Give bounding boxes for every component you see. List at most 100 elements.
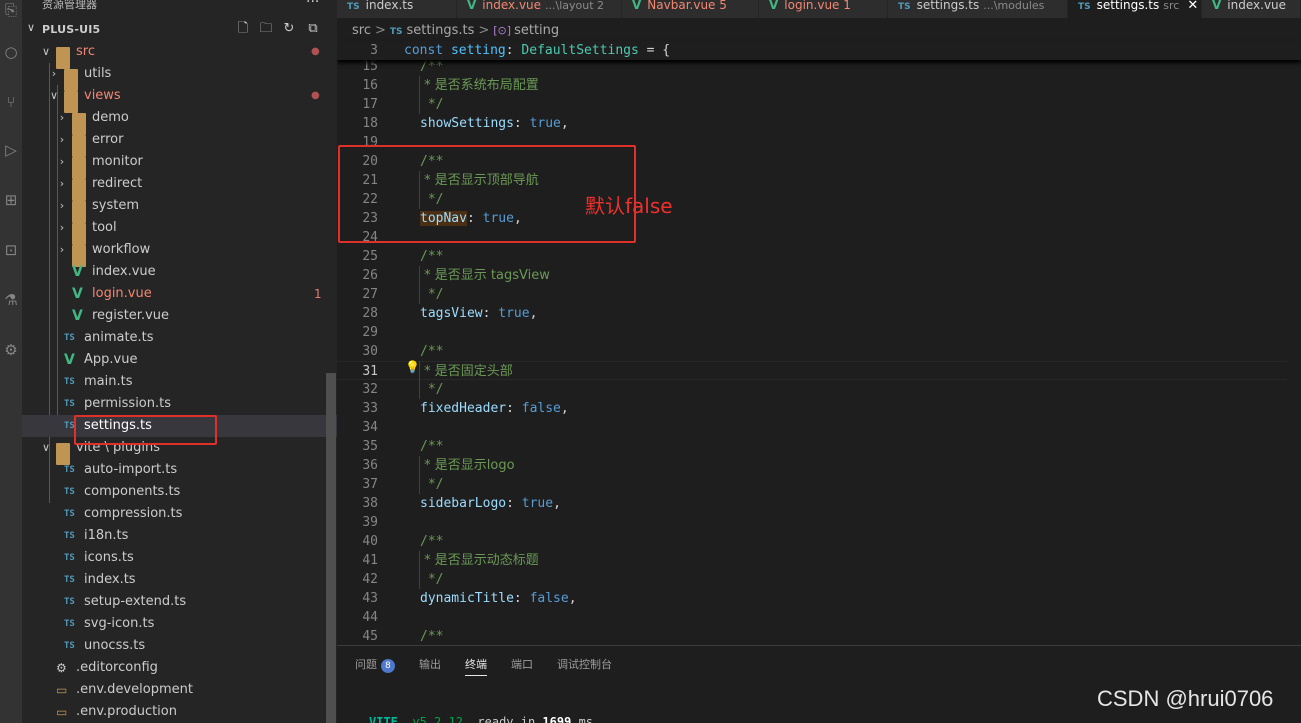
tree-item-label: error bbox=[92, 132, 124, 147]
breadcrumb-folder[interactable]: src bbox=[352, 23, 371, 38]
tree-file[interactable]: TS icons.ts bbox=[22, 547, 337, 569]
tree-folder[interactable]: › error bbox=[22, 129, 337, 157]
run-debug-icon[interactable]: ▷ bbox=[1, 140, 21, 160]
panel-tab[interactable]: 终端 bbox=[465, 656, 487, 676]
panel-tab[interactable]: 问题 8 bbox=[355, 656, 395, 673]
tree-file[interactable]: TS main.ts bbox=[22, 371, 337, 393]
tree-item-label: .env.production bbox=[76, 704, 177, 719]
extensions-icon[interactable]: ⊞ bbox=[1, 190, 21, 210]
line-number: 26 bbox=[362, 268, 378, 283]
editor-tab[interactable]: V Navbar.vue 5 bbox=[622, 0, 759, 18]
tree-item-label: workflow bbox=[92, 242, 151, 257]
typescript-file-icon: TS bbox=[64, 399, 75, 409]
sidebar-scrollbar[interactable] bbox=[326, 373, 336, 723]
tree-folder[interactable]: ∨ src ● bbox=[22, 41, 337, 69]
editor-tab[interactable]: Vlogin.vue 1 bbox=[759, 0, 888, 18]
tree-file[interactable]: TS auto-import.ts bbox=[22, 459, 337, 481]
editor-tab[interactable]: Vindex.vue ...\layout 2 bbox=[457, 0, 622, 18]
lightbulb-icon[interactable]: 💡 bbox=[405, 360, 420, 374]
panel-tab[interactable]: 调试控制台 bbox=[557, 656, 612, 672]
panel-tab[interactable]: 端口 bbox=[511, 656, 533, 672]
vue-file-icon: V bbox=[64, 352, 75, 368]
tree-file[interactable]: V App.vue bbox=[22, 349, 337, 371]
vue-file-icon: V bbox=[72, 286, 83, 302]
testing-icon[interactable]: ⚗ bbox=[1, 290, 21, 310]
tree-file[interactable]: Vregister.vue bbox=[22, 305, 337, 327]
search-icon[interactable]: ○ bbox=[1, 42, 21, 62]
tree-item-label: system bbox=[92, 198, 139, 213]
tree-item-label: tool bbox=[92, 220, 117, 235]
typescript-file-icon: TS bbox=[347, 2, 360, 12]
docker-icon[interactable]: ⚙ bbox=[1, 340, 21, 360]
panel-tab[interactable]: 输出 bbox=[419, 656, 441, 672]
code-token: */ bbox=[420, 382, 444, 397]
tree-item-label: .env.development bbox=[76, 682, 193, 697]
typescript-file-icon: TS bbox=[64, 465, 75, 475]
sticky-scroll-line[interactable]: 3 const setting: DefaultSettings = { bbox=[337, 41, 1301, 60]
terminal-ready-text: ready in bbox=[477, 715, 536, 723]
bottom-panel: 问题 8 输出 终端 端口 调试控制台 VITE v5.2.12 ready in 169… bbox=[337, 645, 1301, 723]
workspace-root-header[interactable]: ∨ PLUS-UI5 🗋 🗀 ↻ ⧉ bbox=[22, 19, 337, 41]
tree-folder[interactable]: › monitor bbox=[22, 151, 337, 179]
editor-tab[interactable]: TS index.ts bbox=[337, 0, 457, 18]
editor-tab[interactable]: Vindex.vue bbox=[1202, 0, 1301, 18]
chevron-down-icon: ∨ bbox=[27, 21, 36, 34]
remote-explorer-icon[interactable]: ⊡ bbox=[1, 240, 21, 260]
tree-file[interactable]: ⚙ .editorconfig bbox=[22, 657, 337, 679]
new-file-icon[interactable]: 🗋 bbox=[234, 20, 252, 38]
refresh-icon[interactable]: ↻ bbox=[280, 20, 298, 38]
tree-file[interactable]: TS compression.ts bbox=[22, 503, 337, 525]
collapse-all-icon[interactable]: ⧉ bbox=[304, 20, 322, 38]
tree-file[interactable]: Vindex.vue bbox=[22, 261, 337, 283]
close-icon[interactable]: ✕ bbox=[1187, 0, 1198, 13]
tree-folder[interactable]: › redirect bbox=[22, 173, 337, 201]
editor-tab[interactable]: TS settings.ts ...\modules bbox=[888, 0, 1068, 18]
line-number: 33 bbox=[362, 401, 378, 416]
line-number: 29 bbox=[362, 325, 378, 340]
env-file-icon: ▭ bbox=[56, 705, 68, 719]
chevron-down-icon: ∨ bbox=[41, 441, 51, 454]
tree-file[interactable]: TS i18n.ts bbox=[22, 525, 337, 547]
editor-scrollbar[interactable] bbox=[1287, 60, 1301, 645]
tree-folder[interactable]: › utils bbox=[22, 63, 337, 91]
tree-folder[interactable]: ∨ views ● bbox=[22, 85, 337, 113]
tree-file[interactable]: TS index.ts bbox=[22, 569, 337, 591]
tree-item-label: views bbox=[84, 88, 121, 103]
tree-file[interactable]: TS components.ts bbox=[22, 481, 337, 503]
more-actions-icon[interactable]: ··· bbox=[306, 0, 319, 10]
tree-file[interactable]: ▭ .env.production bbox=[22, 701, 337, 723]
tree-file[interactable]: ▭ .env.development bbox=[22, 679, 337, 701]
line-number: 37 bbox=[362, 477, 378, 492]
breadcrumb-symbol[interactable]: setting bbox=[514, 23, 559, 38]
tab-description: ...\modules bbox=[983, 0, 1045, 12]
tree-item-label: animate.ts bbox=[84, 330, 154, 345]
chevron-down-icon: ∨ bbox=[49, 89, 59, 102]
explorer-icon[interactable]: ⎘ bbox=[1, 0, 21, 20]
tab-description: src bbox=[1163, 0, 1180, 12]
code-line: 17 */ bbox=[337, 95, 1301, 114]
tree-file[interactable]: TS permission.ts bbox=[22, 393, 337, 415]
tree-file[interactable]: TS animate.ts bbox=[22, 327, 337, 349]
source-control-icon[interactable]: ⑂ bbox=[1, 92, 21, 112]
tree-folder[interactable]: › system bbox=[22, 195, 337, 223]
code-token: tagsView bbox=[420, 306, 483, 321]
line-number: 39 bbox=[362, 515, 378, 530]
code-text: sidebarLogo: true, bbox=[420, 494, 561, 513]
breadcrumb-file[interactable]: settings.ts bbox=[407, 23, 475, 38]
tree-item-label: utils bbox=[84, 66, 112, 81]
line-number: 44 bbox=[362, 610, 378, 625]
tree-folder[interactable]: › tool bbox=[22, 217, 337, 245]
tree-file[interactable]: Vlogin.vue 1 bbox=[22, 283, 337, 305]
new-folder-icon[interactable]: 🗀 bbox=[257, 20, 275, 38]
chevron-right-icon: › bbox=[59, 155, 65, 168]
tree-file[interactable]: TS unocss.ts bbox=[22, 635, 337, 657]
tree-file[interactable]: TS setup-extend.ts bbox=[22, 591, 337, 613]
tree-folder[interactable]: › demo bbox=[22, 107, 337, 135]
code-token: dynamicTitle bbox=[420, 591, 514, 606]
code-token: , bbox=[560, 116, 569, 131]
code-token: setting bbox=[450, 43, 506, 58]
tree-item-label: components.ts bbox=[84, 484, 181, 499]
editor-tab[interactable]: TS settings.ts src ✕ bbox=[1068, 0, 1202, 18]
tree-folder[interactable]: › workflow bbox=[22, 239, 337, 267]
tree-file[interactable]: TS svg-icon.ts bbox=[22, 613, 337, 635]
